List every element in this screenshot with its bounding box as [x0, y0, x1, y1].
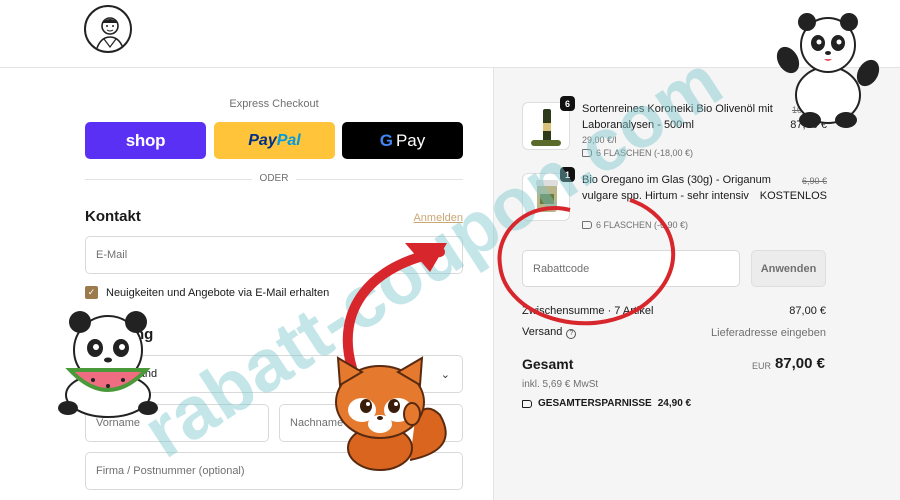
contact-title: Kontakt [85, 208, 141, 225]
item-discount: 6 FLASCHEN (-18,00 €) [582, 148, 693, 158]
google-pay-button[interactable]: G Pay [342, 122, 463, 159]
subtotal-label: Zwischensumme · 7 Artikel [522, 305, 654, 317]
subtotal-value: 87,00 € [789, 305, 826, 317]
delivery-title: Lieferung [85, 326, 154, 343]
or-divider-label: ODER [252, 173, 296, 184]
paypal-label-pay: Pay [248, 131, 277, 149]
item-unit-price: 29,00 €/l [582, 135, 617, 145]
checkout-form: Express Checkout shop Pay Pal G Pay ODER … [0, 68, 493, 500]
shipping-value: Lieferadresse eingeben [711, 326, 826, 339]
google-pay-label: Pay [395, 130, 426, 150]
newsletter-option[interactable]: ✓ Neuigkeiten und Angebote via E-Mail er… [85, 286, 329, 299]
last-name-field[interactable]: Nachname [279, 404, 463, 442]
vat-note: inkl. 5,69 € MwSt [522, 379, 599, 390]
company-field[interactable]: Firma / Postnummer (optional) [85, 452, 463, 490]
company-placeholder: Firma / Postnummer (optional) [96, 465, 245, 477]
quantity-badge: 1 [560, 167, 575, 182]
total-value: 87,00 € [774, 355, 825, 372]
shop-pay-label: shop [125, 130, 166, 150]
info-icon[interactable]: ? [566, 329, 577, 339]
item-discount: 6 FLASCHEN (-6,90 €) [582, 220, 688, 230]
apply-discount-button[interactable]: Anwenden [751, 250, 826, 287]
paypal-label-pal: Pal [276, 131, 301, 149]
tag-icon [582, 221, 592, 229]
country-value: Deutschland [96, 368, 158, 380]
cart-item: 1 Bio Oregano im Glas (30g) - Origanum v… [522, 167, 827, 233]
login-link[interactable]: Anmelden [413, 212, 463, 224]
first-name-placeholder: Vorname [96, 417, 141, 429]
cart-item: 6 Sortenreines Koroneiki Bio Olivenöl mi… [522, 96, 827, 162]
email-field[interactable]: E-Mail [85, 236, 463, 274]
tag-icon [582, 149, 592, 157]
tag-icon [522, 399, 532, 408]
currency-code: EUR [752, 361, 772, 371]
last-name-placeholder: Nachname [290, 417, 344, 429]
country-select[interactable]: Deutschland ⌄ [85, 355, 463, 393]
header [0, 0, 900, 68]
newsletter-label: Neuigkeiten und Angebote via E-Mail erha… [106, 286, 330, 299]
newsletter-checkbox[interactable]: ✓ [85, 286, 98, 299]
paypal-button[interactable]: Pay Pal [214, 122, 335, 159]
shipping-row: Versand? Lieferadresse eingeben [522, 326, 826, 339]
total-label: Gesamt [522, 356, 574, 372]
google-g-icon: G [379, 130, 393, 150]
item-discount-label: 6 FLASCHEN (-18,00 €) [596, 148, 694, 158]
brand-logo[interactable] [84, 5, 132, 53]
shipping-label-wrap: Versand? [522, 326, 577, 339]
item-discount-label: 6 FLASCHEN (-6,90 €) [596, 220, 689, 230]
shop-pay-button[interactable]: shop [85, 122, 206, 159]
express-checkout-title: Express Checkout [229, 98, 319, 110]
item-name: Bio Oregano im Glas (30g) - Origanum vul… [582, 174, 771, 202]
item-old-price: 6,90 € [801, 176, 827, 186]
item-old-price: 105,00 € [791, 105, 827, 115]
item-price: 87,00 € [790, 119, 827, 131]
total-savings: GESAMTERSPARNISSE 24,90 € [522, 398, 691, 409]
discount-code-placeholder: Rabattcode [533, 262, 590, 275]
shipping-label: Versand [522, 326, 563, 338]
subtotal-row: Zwischensumme · 7 Artikel 87,00 € [522, 305, 826, 317]
item-name: Sortenreines Koroneiki Bio Olivenöl mit … [582, 103, 773, 131]
discount-code-input[interactable]: Rabattcode [522, 250, 740, 287]
chevron-down-icon: ⌄ [440, 368, 450, 381]
savings-value: 24,90 € [657, 398, 692, 409]
order-summary: 6 Sortenreines Koroneiki Bio Olivenöl mi… [493, 68, 900, 500]
first-name-field[interactable]: Vorname [85, 404, 269, 442]
savings-label: GESAMTERSPARNISSE [538, 398, 652, 409]
email-placeholder: E-Mail [96, 249, 128, 261]
item-price: KOSTENLOS [759, 190, 827, 202]
quantity-badge: 6 [560, 96, 575, 111]
